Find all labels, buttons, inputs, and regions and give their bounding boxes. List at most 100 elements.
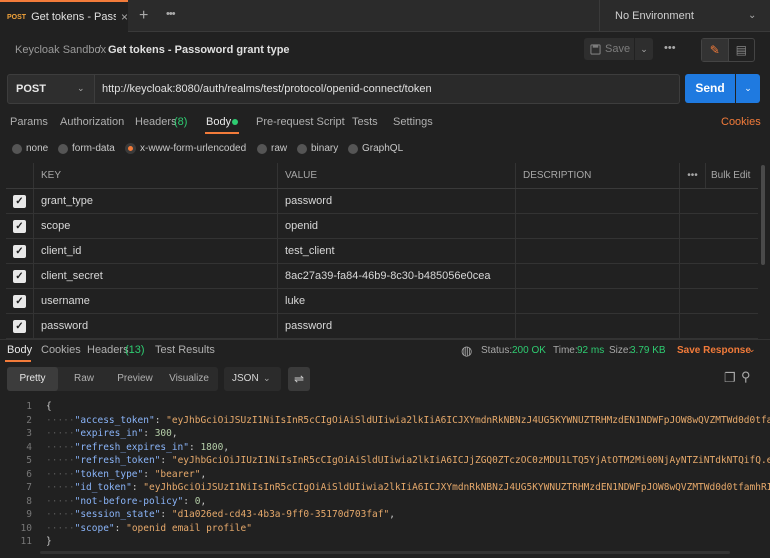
save-response-button[interactable]: Save Response [677,345,751,356]
save-button[interactable]: Save [584,38,634,60]
copy-icon[interactable]: ❐ [724,370,736,386]
close-icon[interactable]: × [121,10,128,24]
checkmark-icon: ✓ [13,269,26,283]
tab-body[interactable]: Body [206,116,231,128]
comment-icon[interactable]: ▤ [729,39,755,61]
format-pretty-button[interactable]: Pretty [7,367,58,391]
radio-x-www-form-urlencoded[interactable]: x-www-form-urlencoded [125,143,246,154]
param-description[interactable] [516,289,680,313]
search-icon[interactable]: ⚲ [741,369,751,385]
row-checkbox[interactable]: ✓ [6,314,34,338]
send-options-chevron-icon[interactable]: ⌄ [736,74,760,103]
line-number: 8 [26,495,32,507]
param-description[interactable] [516,314,680,338]
environment-select[interactable]: No Environment [599,0,770,32]
radio-form-data[interactable]: form-data [58,143,115,154]
checkmark-icon: ✓ [13,319,26,333]
bulk-edit-button[interactable]: Bulk Edit [706,163,758,188]
code-line: 5 ·····"refresh_token": "eyJhbGciOiJIUzI1… [0,454,770,468]
radio-graphql[interactable]: GraphQL [348,143,403,154]
param-description[interactable] [516,239,680,263]
param-key[interactable]: username [34,289,278,313]
radio-circle-icon [12,143,22,154]
param-value[interactable]: 8ac27a39-fa84-46b9-8c30-b485056e0cea [278,264,516,288]
breadcrumb-request[interactable]: Get tokens - Passoword grant type [108,44,290,56]
more-icon[interactable]: ••• [166,8,176,20]
row-checkbox[interactable]: ✓ [6,239,34,263]
radio-label: GraphQL [362,143,404,154]
row-checkbox[interactable]: ✓ [6,214,34,238]
horizontal-scrollbar[interactable] [40,551,730,554]
param-description[interactable] [516,264,680,288]
response-body-editor[interactable]: 1{ 2 ·····"access_token": "eyJhbGciOiJSUz… [0,398,770,550]
table-row: ✓ username luke [6,289,758,314]
size-value[interactable]: 3.79 KB [630,345,666,356]
send-button[interactable]: Send [685,74,735,103]
response-tab-headers[interactable]: Headers [87,344,129,356]
param-value[interactable]: openid [278,214,516,238]
table-scrollbar[interactable] [761,165,765,265]
line-number: 10 [20,522,32,534]
row-checkbox[interactable]: ✓ [6,289,34,313]
line-number: 5 [26,455,32,466]
headers-count-badge: (8) [174,116,188,128]
format-raw-button[interactable]: Raw [58,367,110,391]
param-description[interactable] [516,189,680,213]
checkmark-icon: ✓ [13,244,26,258]
param-key[interactable]: client_secret [34,264,278,288]
param-value[interactable]: password [278,189,516,213]
save-options-chevron-icon[interactable]: ⌄ [635,38,653,60]
row-checkbox[interactable]: ✓ [6,264,34,288]
response-tab-test-results[interactable]: Test Results [155,344,215,356]
json-value: "openid email profile" [126,522,252,534]
radio-binary[interactable]: binary [297,143,338,154]
param-value[interactable]: password [278,314,516,338]
response-tab-body[interactable]: Body [7,344,32,356]
url-input[interactable]: http://keycloak:8080/auth/realms/test/pr… [95,74,680,104]
param-value[interactable]: luke [278,289,516,313]
radio-none[interactable]: none [12,143,48,154]
radio-raw[interactable]: raw [257,143,287,154]
code-text: { [46,401,52,412]
chevron-down-icon: ⌄ [77,83,85,93]
json-value: "eyJhbGciOiJSUzI1NiIsInR5cCIgOiAiSldUIiw… [143,482,770,493]
status-value[interactable]: 200 OK [512,345,546,356]
column-header-value: VALUE [278,163,516,188]
time-value[interactable]: 92 ms [577,345,604,356]
row-checkbox[interactable]: ✓ [6,189,34,213]
chevron-down-icon: ⌄ [263,373,271,383]
plus-icon[interactable]: + [139,7,148,25]
tab-params[interactable]: Params [10,116,48,128]
tab-authorization[interactable]: Authorization [60,116,124,128]
radio-label: form-data [72,143,115,154]
tab-settings[interactable]: Settings [393,116,433,128]
tab-pre-request-script[interactable]: Pre-request Script [256,116,345,128]
tab-title: Get tokens - Passoword grant type [31,11,116,23]
globe-icon[interactable]: ◍ [461,343,472,359]
param-description[interactable] [516,214,680,238]
more-icon[interactable]: ••• [680,163,706,188]
pencil-icon[interactable]: ✎ [702,39,729,61]
cookies-link[interactable]: Cookies [721,116,761,128]
format-button-group: Pretty Raw Preview Visualize [7,367,218,391]
param-key[interactable]: password [34,314,278,338]
chevron-down-icon[interactable]: ⌄ [748,344,756,355]
pane-divider[interactable] [0,339,770,340]
more-icon[interactable]: ••• [664,42,676,54]
param-key[interactable]: grant_type [34,189,278,213]
request-tab[interactable]: POST Get tokens - Passoword grant type × [0,0,128,32]
wrap-lines-icon[interactable]: ⇌ [288,367,310,391]
tab-headers[interactable]: Headers [135,116,177,128]
tab-tests[interactable]: Tests [352,116,378,128]
response-tab-cookies[interactable]: Cookies [41,344,81,356]
code-line: 9 ·····"session_state": "d1a026ed-cd43-4b… [0,508,770,522]
checkmark-icon: ✓ [13,294,26,308]
language-select[interactable]: JSON [224,367,281,391]
tab-method-badge: POST [7,13,27,21]
format-visualize-button[interactable]: Visualize [160,367,218,391]
breadcrumb-collection[interactable]: Keycloak Sandbox [15,44,106,56]
param-key[interactable]: scope [34,214,278,238]
format-preview-button[interactable]: Preview [110,367,160,391]
param-value[interactable]: test_client [278,239,516,263]
param-key[interactable]: client_id [34,239,278,263]
